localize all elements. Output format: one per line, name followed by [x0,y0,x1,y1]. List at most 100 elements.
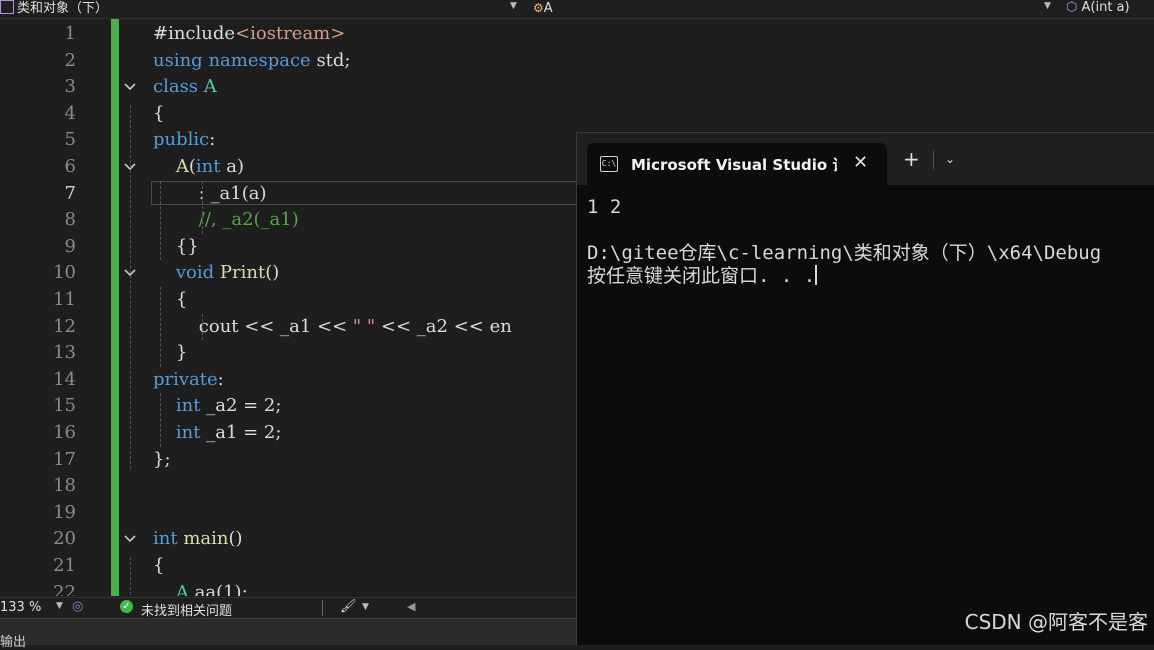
project-label: 类和对象（下） [17,1,109,16]
terminal-tab[interactable]: C:\ Microsoft Visual Studio 调试控 ✕ [587,143,887,185]
indent-guide [160,287,161,367]
code-line[interactable]: { [153,101,164,127]
line-number: 21 [53,555,76,576]
change-marker-bar [111,19,119,596]
code-token: " " [352,315,376,337]
close-icon[interactable]: ✕ [853,152,868,173]
terminal-output-line: 1 2 [587,196,622,218]
code-token: }; [153,448,171,470]
code-line[interactable]: A(int a) [153,154,244,180]
line-number: 3 [64,76,76,98]
brush-icon[interactable]: 🖌 [340,599,357,614]
code-token: void [175,262,215,284]
issues-status[interactable]: 未找到相关问题 [141,600,232,619]
fold-chevron-icon[interactable] [122,526,138,552]
code-line[interactable]: A aa(1); [153,580,248,596]
code-line[interactable]: public: [153,127,215,153]
code-line[interactable]: int _a2 = 2; [153,393,282,419]
code-line[interactable]: { [153,287,187,313]
code-token: public [153,129,210,151]
code-line[interactable]: int main() [153,526,243,552]
code-token: } [153,342,188,364]
code-token: <iostream> [235,23,346,44]
indent-guide [130,557,131,596]
line-number: 1 [64,23,76,44]
code-token: _a1 = 2; [200,422,282,443]
debug-console-window[interactable]: C:\ Microsoft Visual Studio 调试控 ✕ + ⌄ 1 … [576,132,1154,645]
line-number: 15 [53,395,76,417]
line-number: 11 [53,289,76,310]
code-line[interactable]: //, _a2(_a1) [153,207,299,233]
code-line[interactable]: } [153,340,187,366]
code-line[interactable]: class A [153,74,217,100]
member-dropdown[interactable]: ⬡ A(int a) [1066,0,1130,18]
code-editor[interactable]: 1 #include<iostream> 2 using namespace std;… [0,19,576,596]
line-number: 12 [53,315,76,337]
indent-guide [202,180,203,234]
copilot-icon[interactable]: ◎ [72,599,83,614]
code-token: using [153,49,203,71]
code-token: A [175,156,189,177]
indent-guide [130,104,131,470]
zoom-level[interactable]: 133 % [0,600,41,615]
text-cursor [815,265,818,285]
terminal-prompt-text: 按任意键关闭此窗口. . . [587,265,816,287]
code-token: : [217,368,224,390]
code-token: { [153,289,188,310]
code-token: int [175,422,201,443]
line-number: 5 [64,129,76,151]
line-number: 13 [53,342,76,364]
scope-label: A [543,1,553,16]
code-token: ( [188,156,196,177]
fold-chevron-icon[interactable] [122,74,138,100]
terminal-tab-bar: C:\ Microsoft Visual Studio 调试控 ✕ + ⌄ [577,133,1154,185]
code-line[interactable]: using namespace std; [153,48,351,74]
line-number: 14 [53,368,76,390]
code-line[interactable]: cout << _a1 << " " << _a2 << en [153,314,512,340]
code-line[interactable]: #include<iostream> [153,21,345,47]
output-panel-header: 输出 [0,618,576,650]
code-token: int [195,156,221,177]
editor-status-bar: 133 % ▼ ◎ ✓ 未找到相关问题 🖌 ▼ ◀ [0,597,576,619]
line-number: 17 [53,448,76,470]
console-icon: C:\ [600,156,618,172]
indent-guide [202,313,203,341]
chevron-down-icon[interactable]: ▼ [510,1,517,11]
terminal-output-line: D:\gitee仓库\c-learning\类和对象（下）\x64\Debug [587,242,1102,264]
code-line[interactable]: { [153,553,164,579]
terminal-output-line: 按任意键关闭此窗口. . . [587,264,818,288]
output-label[interactable]: 输出 [0,631,26,650]
code-token: namespace [208,49,311,71]
code-line[interactable]: }; [153,447,171,473]
line-number: 2 [64,49,76,71]
scroll-left-icon[interactable]: ◀ [407,600,415,613]
chevron-down-icon[interactable]: ▼ [1044,1,1051,11]
line-number: 18 [53,475,76,497]
zoom-dropdown-icon[interactable]: ▼ [56,601,63,611]
code-token: class [153,76,199,98]
code-token: () [265,262,280,284]
code-token: () [228,528,243,550]
code-token: A [175,581,189,596]
divider [933,151,934,169]
line-number: 10 [53,262,76,284]
line-number: 6 [64,156,76,177]
chevron-down-icon[interactable]: ⌄ [945,152,955,166]
code-token: _a2 = 2; [200,395,282,417]
terminal-tab-title: Microsoft Visual Studio 调试控 [631,156,837,174]
scope-dropdown[interactable]: ⚙A [533,0,553,18]
code-line[interactable]: void Print() [153,260,279,286]
code-line[interactable]: private: [153,367,224,393]
line-number: 8 [64,209,76,231]
project-dropdown[interactable]: 类和对象（下） [0,0,108,18]
indent-guide [160,180,161,261]
new-tab-button[interactable]: + [903,149,920,169]
code-line[interactable]: : _a1(a) [153,181,267,207]
code-token: int [175,395,201,417]
code-token: : [209,129,216,151]
code-line[interactable]: int _a1 = 2; [153,420,282,446]
chevron-down-icon[interactable]: ▼ [362,602,369,612]
code-token: private [153,368,218,390]
